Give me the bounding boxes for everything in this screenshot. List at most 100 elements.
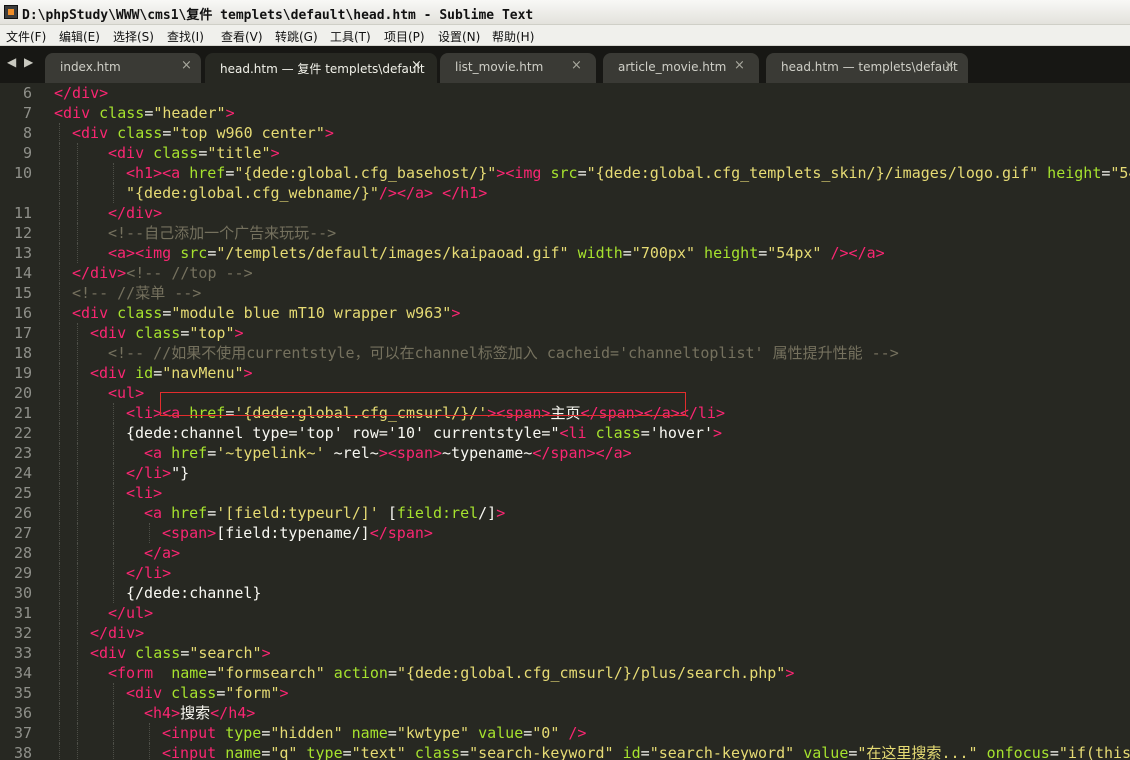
indent-guide (76, 423, 78, 443)
indent-guide (58, 503, 60, 523)
code-token: > (713, 424, 723, 442)
code-token: = (162, 304, 172, 322)
code-token: <span> (162, 524, 217, 542)
code-token: class (414, 744, 461, 760)
code-token: <li (559, 424, 587, 442)
indent-guide (58, 723, 60, 743)
close-icon[interactable]: × (571, 58, 582, 73)
code-token: </a> (848, 244, 885, 262)
code-line: <div id="navMenu"> (90, 363, 253, 383)
code-token: type (306, 744, 343, 760)
editor-tab[interactable]: index.htm × (45, 53, 201, 83)
close-icon[interactable]: × (734, 58, 745, 73)
code-line: <!-- //如果不使用currentstyle，可以在channel标签加入 … (108, 343, 899, 363)
tab-label: article_movie.htm (618, 60, 727, 74)
indent-guide (58, 263, 60, 283)
menu-item[interactable]: 工具(T) (330, 28, 371, 45)
line-number: 37 (13, 724, 32, 742)
close-icon[interactable]: × (411, 58, 422, 73)
line-number: 10 (13, 164, 32, 182)
code-token: [ (378, 504, 397, 522)
code-token: "{dede:global.cfg_templets_skin/}/images… (586, 164, 1039, 182)
code-token: <div (90, 324, 127, 342)
triangle-right-icon[interactable]: ▶ (24, 55, 33, 69)
code-token: <li> (126, 404, 163, 422)
indent-guide (58, 523, 60, 543)
code-token: "{dede:global.cfg_basehost/}" (234, 164, 497, 182)
menu-item[interactable]: 查看(V) (221, 28, 263, 45)
menu-bar: 文件(F) 编辑(E) 选择(S) 查找(I) 查看(V) 转跳(G) 工具(T) 项目(P)… (0, 25, 1130, 46)
code-token: = (216, 684, 226, 702)
close-icon[interactable]: × (181, 58, 192, 73)
line-number: 28 (13, 544, 32, 562)
indent-guide (112, 683, 114, 703)
code-token: <!-- //如果不使用currentstyle，可以在channel标签加入 … (108, 344, 899, 362)
line-number: 7 (22, 104, 32, 122)
menu-item[interactable]: 转跳(G) (275, 28, 318, 45)
menu-item[interactable]: 文件(F) (6, 28, 46, 45)
line-number: 18 (13, 344, 32, 362)
line-number: 26 (13, 504, 32, 522)
editor-tab[interactable]: article_movie.htm × (603, 53, 759, 83)
indent-guide (58, 603, 60, 623)
code-editor[interactable]: 6 7 8 9 10 11 12 13 14 15 16 17 18 19 20 21 22 23 24 25 26 27… (0, 83, 1130, 760)
code-token: "module blue mT10 wrapper w963" (171, 304, 452, 322)
editor-tab[interactable]: head.htm — 复件 templets\default × (205, 53, 437, 83)
menu-item[interactable]: 选择(S) (113, 28, 154, 45)
window-titlebar: D:\phpStudy\WWW\cms1\复件 templets\default… (0, 0, 1130, 25)
code-area[interactable]: </div> <div class = "header" > <div class="to… (54, 83, 1130, 760)
indent-guide (58, 303, 60, 323)
code-token: "0" (532, 724, 560, 742)
triangle-left-icon[interactable]: ◀ (7, 55, 16, 69)
code-token: /] (478, 504, 497, 522)
code-line: <a href='[field:typeurl/]' [field:rel/]> (144, 503, 505, 523)
code-line: </div><!-- //top --> (72, 263, 253, 283)
indent-guide (58, 223, 60, 243)
code-token: <h1> (126, 164, 163, 182)
line-number: 23 (13, 444, 32, 462)
code-line: <div class="top"> (90, 323, 244, 343)
code-token: href (189, 164, 226, 182)
code-token: href (171, 504, 208, 522)
code-token: "{dede:global.cfg_webname/}" (126, 184, 379, 202)
sublime-app-icon (4, 5, 18, 19)
code-token: <input (162, 724, 217, 742)
code-token: "54" (1110, 164, 1130, 182)
code-token: id (135, 364, 154, 382)
indent-guide (112, 503, 114, 523)
close-icon[interactable]: × (944, 58, 955, 73)
code-token: "/templets/default/images/kaipaoad.gif" (216, 244, 569, 262)
code-token: = (758, 244, 768, 262)
editor-tab[interactable]: list_movie.htm × (440, 53, 596, 83)
code-token: <div (126, 684, 163, 702)
line-number: 27 (13, 524, 32, 542)
code-token: = (387, 664, 397, 682)
menu-item[interactable]: 查找(I) (167, 28, 204, 45)
code-token: src (550, 164, 578, 182)
indent-guide (58, 443, 60, 463)
code-token: </div> (90, 624, 145, 642)
indent-guide (76, 563, 78, 583)
code-token: "title" (207, 144, 271, 162)
code-token: > (785, 664, 795, 682)
code-token: <a> (108, 244, 136, 262)
code-token: "header" (153, 104, 226, 122)
line-number: 11 (13, 204, 32, 222)
code-token: = (387, 724, 397, 742)
line-number: 33 (13, 644, 32, 662)
menu-item[interactable]: 设置(N) (438, 28, 480, 45)
code-line: {/dede:channel} (126, 583, 261, 603)
code-token: name (351, 724, 388, 742)
code-token: > (378, 444, 388, 462)
menu-item[interactable]: 帮助(H) (492, 28, 534, 45)
indent-guide (112, 523, 114, 543)
code-token: height (1047, 164, 1102, 182)
code-token: = (207, 444, 217, 462)
code-token: > (243, 364, 253, 382)
menu-item[interactable]: 编辑(E) (59, 28, 100, 45)
editor-tab[interactable]: head.htm — templets\default × (766, 53, 968, 83)
menu-item[interactable]: 项目(P) (384, 28, 425, 45)
line-number: 31 (13, 604, 32, 622)
